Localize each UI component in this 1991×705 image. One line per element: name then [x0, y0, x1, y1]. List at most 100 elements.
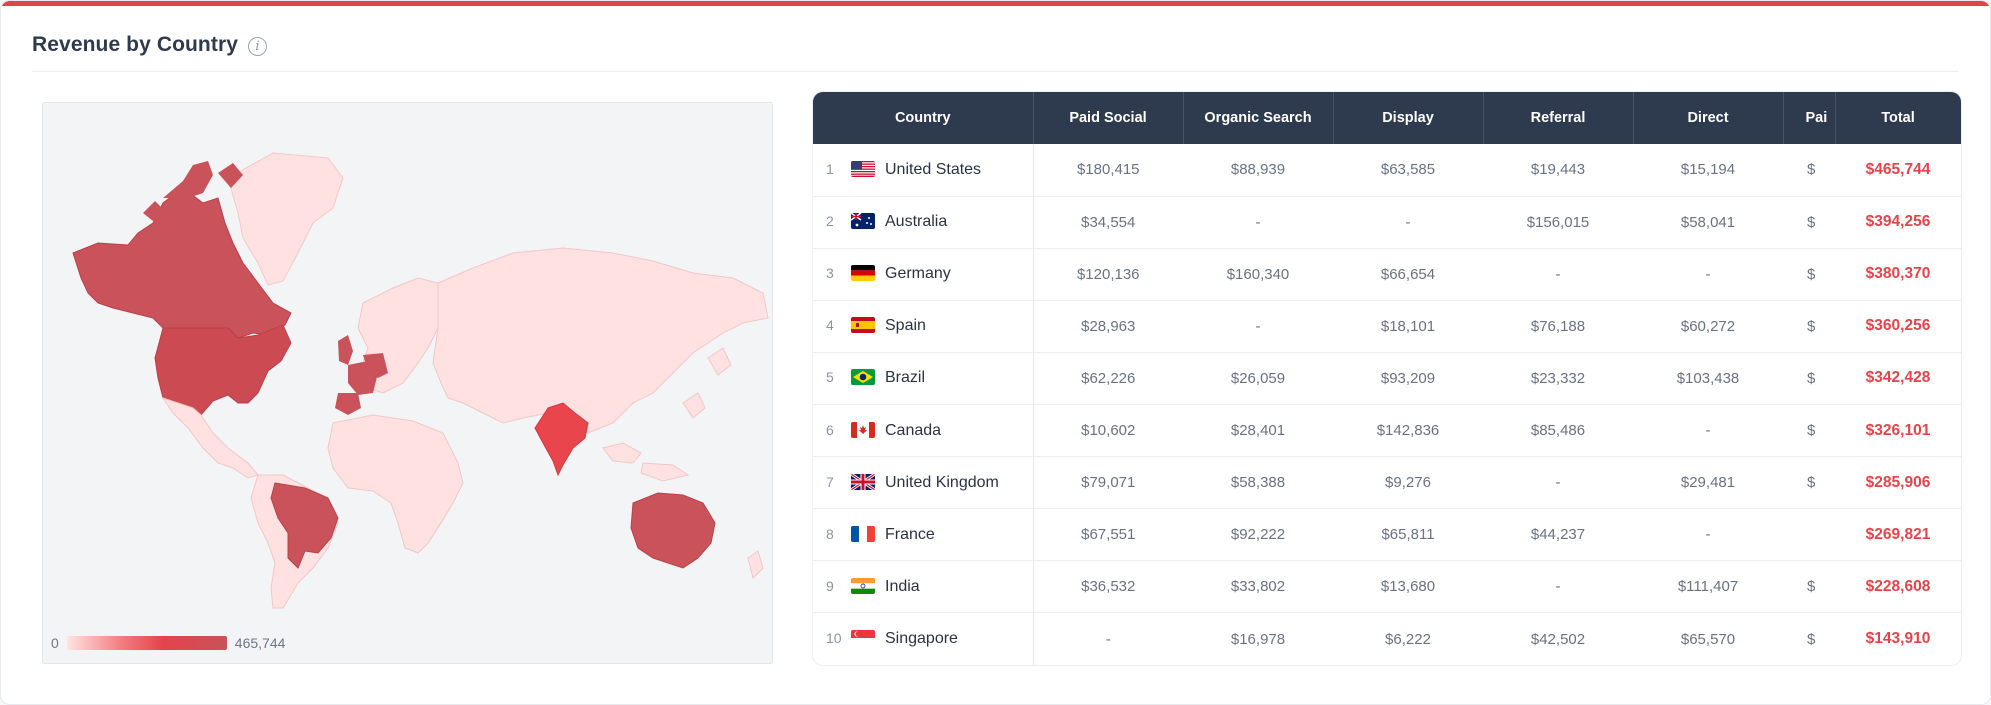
- table-row[interactable]: 10 Singapore - $16,978 $6,222 $42,502 $65,570 $…: [813, 612, 1961, 665]
- map-africa[interactable]: [327, 414, 464, 554]
- referral-cell: $44,237: [1483, 508, 1633, 562]
- revenue-by-country-card: Revenue by Country i 0 465,744 Country P…: [0, 0, 1991, 705]
- referral-cell: -: [1483, 456, 1633, 510]
- table-row[interactable]: 1 United States $180,415 $88,939 $63,585 $19,…: [813, 144, 1961, 197]
- flag-br-icon: [851, 369, 875, 386]
- column-header-display[interactable]: Display: [1333, 92, 1484, 144]
- total-cell: $326,101: [1835, 404, 1961, 458]
- card-header: Revenue by Country i: [32, 29, 268, 61]
- partial-cell: $: [1783, 248, 1835, 301]
- map-australia[interactable]: [630, 492, 716, 569]
- partial-cell: $: [1783, 144, 1835, 197]
- rank-number: 10: [826, 630, 842, 647]
- map-usa[interactable]: [154, 324, 292, 416]
- country-cell: 8 France: [813, 508, 1034, 562]
- referral-cell: $76,188: [1483, 300, 1633, 353]
- rank-number: 8: [826, 525, 834, 542]
- country-cell: 4 Spain: [813, 300, 1034, 353]
- total-cell: $228,608: [1835, 560, 1961, 614]
- accent-top-bar: [1, 1, 1990, 6]
- country-name: Brazil: [885, 369, 926, 387]
- revenue-table-container[interactable]: Country Paid Social Organic Search Displ…: [813, 92, 1961, 665]
- display-cell: $66,654: [1333, 248, 1483, 301]
- country-cell: 6 Canada: [813, 404, 1034, 458]
- info-icon[interactable]: i: [248, 37, 268, 56]
- display-cell: $6,222: [1385, 630, 1431, 648]
- partial-cell: $: [1783, 352, 1835, 405]
- table-row[interactable]: 4 Spain $28,963- $18,101 $76,188 $60,272 $ $360…: [813, 300, 1961, 353]
- partial-cell: $: [1783, 456, 1835, 510]
- table-row[interactable]: 3 Germany $120,136 $160,340 $66,654- - $ $380,3…: [813, 248, 1961, 301]
- country-cell: 5 Brazil: [813, 352, 1034, 405]
- country-cell: 7 United Kingdom: [813, 456, 1034, 510]
- display-cell: $142,836: [1333, 404, 1483, 458]
- world-map[interactable]: [43, 103, 772, 663]
- map-mexico[interactable]: [161, 397, 259, 479]
- paid-social-cell: $79,071: [1033, 456, 1183, 510]
- organic-search-cell: $92,222: [1183, 508, 1333, 562]
- flag-ca-icon: [851, 421, 875, 438]
- flag-gb-icon: [851, 473, 875, 490]
- map-new-zealand[interactable]: [747, 550, 764, 579]
- revenue-table: Country Paid Social Organic Search Displ…: [813, 92, 1961, 665]
- referral-cell: $23,332: [1483, 352, 1633, 405]
- paid-social-cell: $36,532: [1033, 560, 1183, 614]
- referral-cell: -: [1483, 248, 1633, 301]
- table-row[interactable]: 6 Canada $10,602 $28,401 $142,836 $85,486- $ $3…: [813, 404, 1961, 458]
- country-name: Canada: [885, 421, 942, 439]
- display-cell: $93,209: [1333, 352, 1483, 405]
- column-header-organic-search[interactable]: Organic Search: [1183, 92, 1334, 144]
- flag-fr-icon: [851, 525, 875, 542]
- direct-cell: -: [1633, 248, 1783, 301]
- column-header-direct[interactable]: Direct: [1633, 92, 1784, 144]
- direct-cell: $60,272: [1633, 300, 1783, 353]
- organic-search-cell: $16,978: [1230, 630, 1286, 648]
- organic-search-cell: -: [1183, 300, 1333, 353]
- country-name: France: [885, 525, 935, 543]
- flag-us-icon: [851, 160, 875, 177]
- direct-cell: $103,438: [1633, 352, 1783, 405]
- flag-au-icon: [851, 213, 875, 230]
- column-header-paid-social[interactable]: Paid Social: [1033, 92, 1184, 144]
- world-map-panel[interactable]: 0 465,744: [42, 102, 773, 664]
- table-row[interactable]: 5 Brazil $62,226 $26,059 $93,209 $23,332 $103,…: [813, 352, 1961, 405]
- rank-number: 5: [826, 369, 834, 386]
- partial-cell: $: [1783, 196, 1835, 249]
- paid-social-cell: $10,602: [1033, 404, 1183, 458]
- direct-cell: -: [1633, 404, 1783, 458]
- total-cell: $394,256: [1835, 196, 1961, 249]
- column-header-country[interactable]: Country: [813, 92, 1034, 144]
- display-cell: $18,101: [1333, 300, 1483, 353]
- column-header-total[interactable]: Total: [1835, 92, 1961, 144]
- column-header-referral[interactable]: Referral: [1483, 92, 1634, 144]
- country-name: Singapore: [885, 630, 958, 648]
- rank-number: 7: [826, 473, 834, 490]
- map-uk[interactable]: [338, 335, 353, 365]
- column-header-partial[interactable]: Pai: [1783, 92, 1836, 144]
- country-cell: 1 United States: [813, 144, 1034, 197]
- table-row[interactable]: 2 Australia $34,554- - $156,015 $58,041 $ $394,…: [813, 196, 1961, 249]
- rank-number: 4: [826, 317, 834, 334]
- map-asia[interactable]: [432, 247, 769, 434]
- table-row[interactable]: 7 United Kingdom $79,071 $58,388 $9,276- $29,…: [813, 456, 1961, 510]
- paid-social-cell: $120,136: [1033, 248, 1183, 301]
- total-cell: $342,428: [1835, 352, 1961, 405]
- total-cell: $360,256: [1835, 300, 1961, 353]
- country-cell: 2 Australia: [813, 196, 1034, 249]
- map-spain[interactable]: [335, 393, 361, 415]
- table-row[interactable]: 9 India $36,532 $33,802 $13,680- $111,407 $ $22…: [813, 560, 1961, 614]
- organic-search-cell: $26,059: [1183, 352, 1333, 405]
- country-name: Australia: [885, 213, 948, 231]
- referral-cell: $42,502: [1530, 630, 1586, 648]
- direct-cell: $58,041: [1633, 196, 1783, 249]
- paid-social-cell: $28,963: [1033, 300, 1183, 353]
- flag-sg-icon: [851, 630, 875, 647]
- organic-search-cell: $160,340: [1183, 248, 1333, 301]
- paid-social-cell: $62,226: [1033, 352, 1183, 405]
- referral-cell: $156,015: [1483, 196, 1633, 249]
- flag-in-icon: [851, 577, 875, 594]
- table-row[interactable]: 8 France $67,551 $92,222 $65,811 $44,237- $269…: [813, 508, 1961, 562]
- organic-search-cell: $58,388: [1183, 456, 1333, 510]
- legend-gradient-bar: [66, 636, 227, 650]
- rank-number: 2: [826, 213, 834, 230]
